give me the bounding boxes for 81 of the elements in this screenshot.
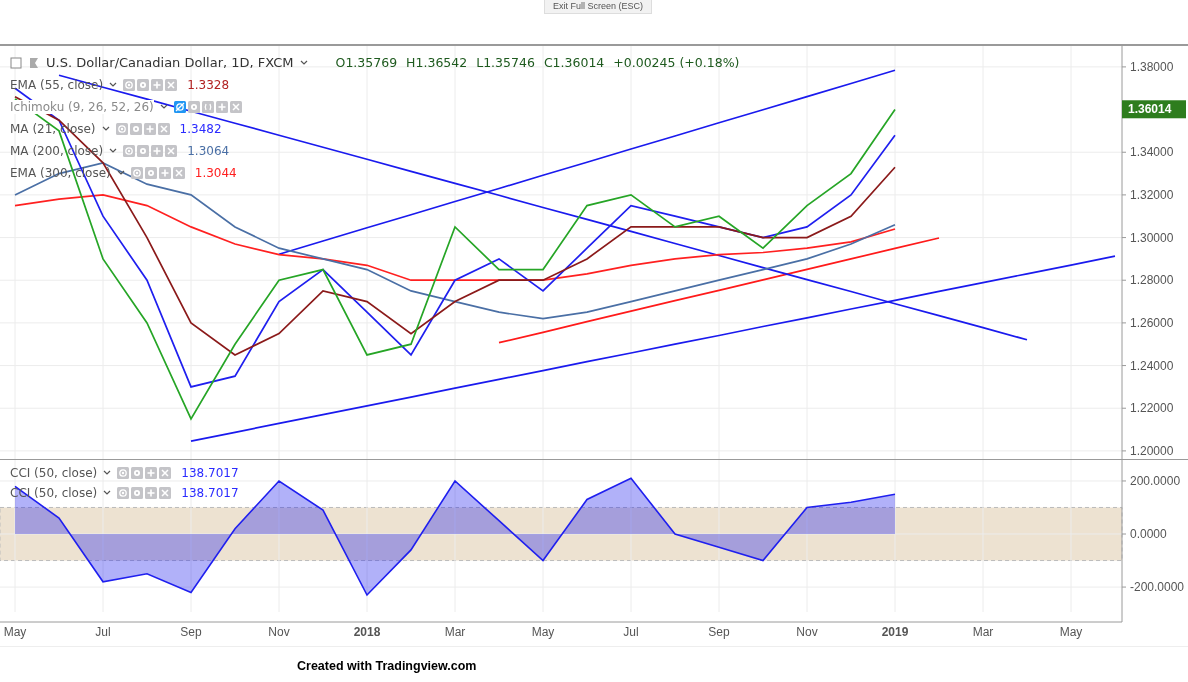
y-axis-label: 200.0000 (1130, 473, 1181, 488)
plus-icon[interactable] (151, 78, 164, 91)
symbol-title[interactable]: U.S. Dollar/Canadian Dollar, 1D, FXCM (46, 55, 294, 70)
y-axis-label: 1.20000 (1130, 443, 1174, 458)
x-axis-label: Jul (623, 625, 639, 639)
ohlc-value: C1.36014 (543, 55, 605, 70)
indicator-name[interactable]: Ichimoku (9, 26, 52, 26) (10, 99, 154, 114)
y-axis-label: 1.34000 (1130, 145, 1174, 160)
settings-icon[interactable] (129, 122, 142, 135)
eye-icon[interactable] (117, 486, 130, 499)
chevron-icon[interactable] (159, 103, 168, 110)
y-axis-label: -200.0000 (1130, 580, 1185, 595)
y-axis-label: 1.24000 (1130, 358, 1174, 373)
exit-fullscreen-button[interactable]: Exit Full Screen (ESC) (544, 0, 652, 14)
y-axis-label: 1.30000 (1130, 230, 1174, 245)
indicator-value: 138.7017 (181, 465, 239, 480)
flag-icon[interactable] (28, 56, 40, 69)
y-axis-label: 1.28000 (1130, 273, 1174, 288)
x-axis-label: May (3, 625, 27, 639)
eye-icon[interactable] (123, 144, 136, 157)
plus-icon[interactable] (145, 486, 158, 499)
chevron-icon[interactable] (103, 489, 112, 496)
x-axis-label: May (1059, 625, 1083, 639)
footer-credit: Created with Tradingview.com (297, 658, 477, 673)
eye-icon[interactable] (115, 122, 128, 135)
checkbox-icon[interactable] (10, 56, 22, 69)
settings-icon[interactable] (131, 486, 144, 499)
x-axis-label: Jul (95, 625, 111, 639)
indicator-value: 1.3482 (179, 121, 222, 136)
close-icon[interactable] (165, 144, 178, 157)
x-axis-label: 2019 (881, 625, 909, 639)
close-icon[interactable] (159, 486, 172, 499)
eye-icon[interactable] (130, 166, 143, 179)
settings-icon[interactable] (144, 166, 157, 179)
x-axis-label: Sep (708, 625, 730, 639)
x-axis-label: Nov (796, 625, 818, 639)
price-change: +0.00245 (+0.18%) (613, 55, 740, 70)
ohlc-value: H1.36542 (406, 55, 468, 70)
plus-icon[interactable] (151, 144, 164, 157)
y-axis-label: 1.38000 (1130, 59, 1174, 74)
indicator-name[interactable]: CCI (50, close) (10, 465, 98, 480)
plus-icon[interactable] (158, 166, 171, 179)
y-axis-label: 1.26000 (1130, 315, 1174, 330)
last-price-label: 1.36014 (1122, 100, 1186, 119)
settings-icon[interactable] (187, 100, 200, 113)
close-icon[interactable] (159, 466, 172, 479)
close-icon[interactable] (165, 78, 178, 91)
indicator-value: 1.3328 (187, 77, 230, 92)
y-axis-label: 0.0000 (1130, 527, 1167, 541)
ohlc-value: L1.35746 (476, 55, 535, 70)
chevron-icon[interactable] (299, 59, 308, 66)
settings-icon[interactable] (137, 144, 150, 157)
plus-icon[interactable] (143, 122, 156, 135)
settings-icon[interactable] (131, 466, 144, 479)
chevron-icon[interactable] (109, 81, 118, 88)
x-axis-label: May (531, 625, 555, 639)
chevron-icon[interactable] (116, 169, 125, 176)
close-icon[interactable] (172, 166, 185, 179)
y-axis-label: 1.22000 (1130, 401, 1174, 416)
close-icon[interactable] (229, 100, 242, 113)
y-axis-label: 1.32000 (1130, 187, 1174, 202)
close-icon[interactable] (157, 122, 170, 135)
chevron-icon[interactable] (109, 147, 118, 154)
x-axis-label: Sep (180, 625, 202, 639)
brackets-icon[interactable] (201, 100, 214, 113)
x-axis-label: 2018 (353, 625, 381, 639)
x-axis-label: Mar (972, 625, 994, 639)
settings-icon[interactable] (137, 78, 150, 91)
ohlc-value: O1.35769 (335, 55, 398, 70)
plus-icon[interactable] (145, 466, 158, 479)
indicator-value: 1.3044 (194, 165, 237, 180)
chevron-icon[interactable] (101, 125, 110, 132)
x-axis-label: Mar (444, 625, 466, 639)
indicator-value: 1.3064 (187, 143, 230, 158)
x-axis-label: Nov (268, 625, 290, 639)
indicator-value: 138.7017 (181, 485, 239, 500)
hidden-eye-icon[interactable] (173, 100, 186, 113)
eye-icon[interactable] (117, 466, 130, 479)
chevron-icon[interactable] (103, 469, 112, 476)
eye-icon[interactable] (123, 78, 136, 91)
plus-icon[interactable] (215, 100, 228, 113)
